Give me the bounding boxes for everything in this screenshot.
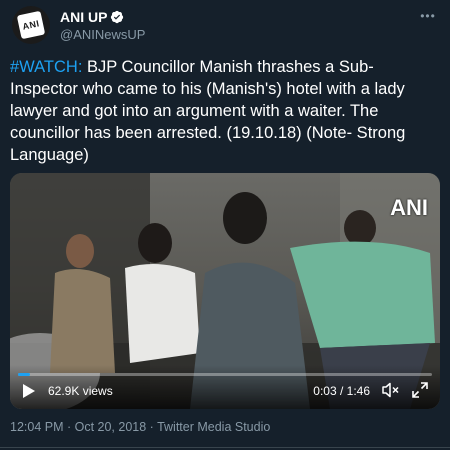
avatar[interactable]: ANI: [12, 6, 50, 44]
display-name[interactable]: ANI UP: [60, 9, 107, 25]
progress-fill: [18, 373, 31, 376]
play-icon[interactable]: [22, 383, 36, 399]
tweet-text: #WATCH: BJP Councillor Manish thrashes a…: [10, 56, 440, 166]
tweet-header: ANI ANI UP @ANINewsUP •••: [12, 6, 438, 46]
view-count: 62.9K views: [48, 384, 113, 398]
video-time: 0:03 / 1:46: [313, 384, 370, 398]
ani-logo: ANI: [16, 10, 46, 40]
video-watermark: ANI: [390, 195, 428, 220]
video-player[interactable]: ANI 62.9K views 0:03 / 1:46: [10, 173, 440, 409]
tweet-card: ANI ANI UP @ANINewsUP ••• #WATCH: BJP Co…: [0, 0, 450, 450]
account-handle[interactable]: @ANINewsUP: [60, 27, 145, 42]
progress-bar[interactable]: [18, 373, 432, 376]
video-controls: 62.9K views 0:03 / 1:46: [10, 365, 440, 409]
account-names: ANI UP @ANINewsUP: [60, 9, 145, 42]
verified-badge-icon: [111, 10, 124, 24]
more-options-icon[interactable]: •••: [418, 10, 438, 22]
fullscreen-icon[interactable]: [412, 382, 428, 398]
hashtag-link[interactable]: #WATCH:: [10, 58, 82, 76]
avatar-logo-text: ANI: [21, 18, 41, 32]
mute-icon[interactable]: [382, 382, 400, 398]
divider: [0, 447, 450, 448]
tweet-meta[interactable]: 12:04 PM · Oct 20, 2018 · Twitter Media …: [10, 420, 270, 434]
display-name-row: ANI UP: [60, 9, 145, 25]
